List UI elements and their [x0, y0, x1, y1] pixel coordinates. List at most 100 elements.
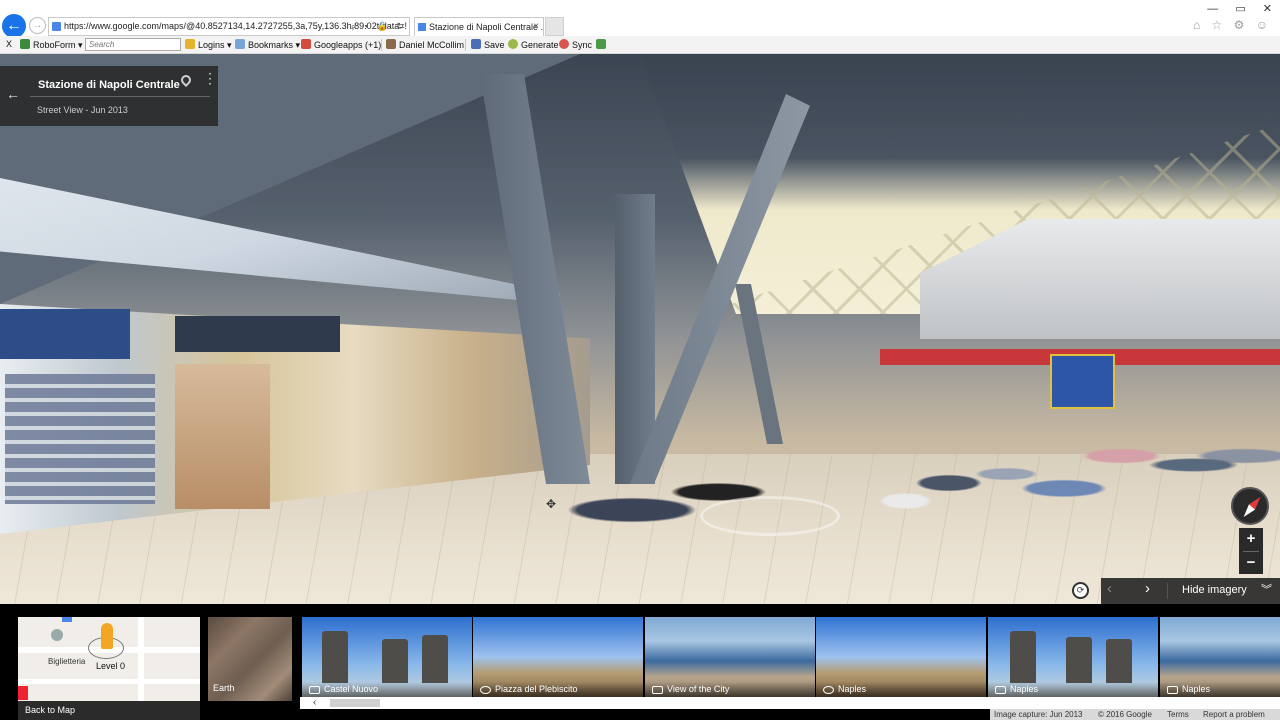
hide-imagery-button[interactable]: Hide imagery: [1182, 584, 1247, 596]
camera-icon: [995, 686, 1006, 694]
sync-button[interactable]: Sync: [559, 39, 592, 50]
thumbnail-caption: Naples: [988, 682, 1158, 697]
panorama-crowd: [560, 384, 1280, 564]
imagery-divider: [1167, 583, 1168, 599]
zoom-in-button[interactable]: +: [1239, 528, 1263, 550]
move-cursor-icon: ✥: [546, 497, 557, 511]
panorama-icon: [480, 686, 491, 694]
tab-close-icon[interactable]: ×: [533, 18, 539, 36]
scroll-left-icon[interactable]: ‹: [313, 697, 316, 708]
googleapps-button[interactable]: Googleapps (+1): [301, 39, 381, 50]
thumbnail-caption: Naples: [816, 682, 986, 697]
thumbnail-castle-tower: [422, 635, 448, 683]
zoom-out-button[interactable]: −: [1239, 552, 1263, 574]
copyright-text: © 2016 Google: [1098, 710, 1152, 719]
thumbnail-caption: Piazza del Plebiscito: [473, 682, 643, 697]
image-capture-date: Image capture: Jun 2013: [994, 710, 1083, 719]
save-button[interactable]: Save: [471, 39, 505, 50]
navigation-arrow-ring[interactable]: [700, 496, 840, 536]
minimap-road: [138, 617, 144, 701]
thumbnail-castle-tower: [1010, 631, 1036, 683]
thumbnail-castel-nuovo[interactable]: Castel Nuovo: [302, 617, 472, 697]
tab-favicon-icon: [418, 23, 426, 31]
terms-link[interactable]: Terms: [1167, 709, 1189, 720]
roboform-home-icon[interactable]: [596, 39, 609, 50]
thumbnail-castle-tower: [382, 639, 408, 683]
compass-icon[interactable]: [1231, 487, 1269, 525]
address-bar[interactable]: https://www.google.com/maps/@40.8527134,…: [48, 17, 410, 36]
imagery-next-button[interactable]: ›: [1145, 580, 1150, 597]
back-arrow-icon[interactable]: ←: [6, 86, 20, 102]
minimap[interactable]: Biglietteria Level 0: [18, 617, 200, 701]
scrollbar-thumb[interactable]: [330, 699, 380, 707]
minimap-road: [18, 679, 200, 684]
filmstrip-scrollbar[interactable]: [300, 697, 1280, 709]
thumbnail-piazza-del-plebiscito[interactable]: Piazza del Plebiscito: [473, 617, 643, 697]
thumbnail-caption: Naples: [1160, 682, 1280, 697]
chevron-down-icon[interactable]: ︾: [1261, 581, 1272, 597]
thumbnail-caption-text: Naples: [1010, 684, 1039, 694]
browser-back-button[interactable]: ←: [2, 14, 26, 38]
earth-label: Earth: [213, 683, 235, 693]
report-problem-link[interactable]: Report a problem: [1203, 709, 1265, 720]
earth-view-button[interactable]: Earth: [208, 617, 292, 701]
sync-icon: [559, 39, 569, 49]
camera-icon: [1167, 686, 1178, 694]
thumbnail-caption-text: Castel Nuovo: [324, 684, 379, 694]
thumbnail-view-of-the-city[interactable]: View of the City: [645, 617, 815, 697]
panorama-shop-poster: [175, 364, 270, 509]
tab-street-view[interactable]: Stazione di Napoli Centrale ... ×: [414, 17, 544, 36]
floor-level-label: Level 0: [96, 661, 126, 671]
googleapps-icon: [301, 39, 311, 49]
map-pin-icon[interactable]: [178, 72, 194, 88]
roboform-button[interactable]: RoboForm ▾: [20, 39, 83, 51]
thumbnail-naples-castle[interactable]: Naples: [988, 617, 1158, 697]
browser-titlebar: ← → https://www.google.com/maps/@40.8527…: [0, 0, 1280, 38]
site-favicon-icon: [52, 22, 61, 31]
user-identity-button[interactable]: Daniel McCollim: [386, 39, 464, 50]
imagery-bar: ‹ › Hide imagery ︾: [1101, 578, 1280, 604]
logins-label: Logins ▾: [198, 40, 232, 50]
save-icon: [471, 39, 481, 49]
minimap-red-marker-icon: [18, 686, 28, 700]
roboform-icon: [20, 39, 30, 49]
camera-icon: [309, 686, 320, 694]
logins-button[interactable]: Logins ▾: [185, 39, 232, 51]
googleapps-label: Googleapps (+1): [314, 40, 382, 50]
new-tab-button[interactable]: [545, 17, 564, 36]
panorama-icon: [823, 686, 834, 694]
location-info-card: ← Stazione di Napoli Centrale ⋮ Street V…: [0, 66, 218, 126]
camera-icon: [652, 686, 663, 694]
identity-card-icon: [386, 39, 396, 49]
panorama-clothing-rack: [5, 374, 155, 504]
toolbar-divider: [465, 39, 466, 51]
minimap-poi-icon: [51, 629, 63, 641]
thumbnail-castle-tower: [322, 631, 348, 683]
home-icon: [596, 39, 606, 49]
info-divider: [30, 96, 210, 97]
tab-title: Stazione di Napoli Centrale ...: [429, 22, 544, 32]
scroll-right-icon[interactable]: ›: [1256, 694, 1260, 709]
thumbnail-naples-coast[interactable]: Naples: [1160, 617, 1280, 697]
browser-home-star-gear-icons[interactable]: ⌂ ☆ ⚙ ☺: [1193, 18, 1272, 32]
imagery-prev-button[interactable]: ‹: [1107, 580, 1112, 597]
zoom-control: + −: [1239, 528, 1263, 574]
roboform-label: RoboForm ▾: [33, 40, 83, 50]
back-to-map-button[interactable]: Back to Map: [18, 701, 200, 720]
generate-button[interactable]: Generate: [508, 39, 559, 50]
thumbnail-caption-text: Naples: [838, 684, 867, 694]
minimap-transit-marker: [62, 617, 72, 622]
window-controls[interactable]: — ▭ ✕: [1207, 2, 1272, 15]
street-view-panorama[interactable]: [0, 54, 1280, 604]
pegman-icon[interactable]: [101, 623, 113, 649]
toolbar-close-icon[interactable]: X: [6, 39, 12, 49]
time-machine-icon[interactable]: ⟳: [1072, 582, 1089, 599]
more-options-icon[interactable]: ⋮: [203, 71, 217, 85]
bookmarks-label: Bookmarks ▾: [248, 40, 301, 50]
address-tools-icons[interactable]: ⌕ ▾ 🔒 ↻: [351, 18, 407, 35]
bookmarks-button[interactable]: Bookmarks ▾: [235, 39, 300, 51]
thumbnail-caption-text: Naples: [1182, 684, 1211, 694]
browser-forward-button[interactable]: →: [29, 17, 46, 34]
thumbnail-naples-pano[interactable]: Naples: [816, 617, 986, 697]
toolbar-search-input[interactable]: [85, 38, 181, 51]
